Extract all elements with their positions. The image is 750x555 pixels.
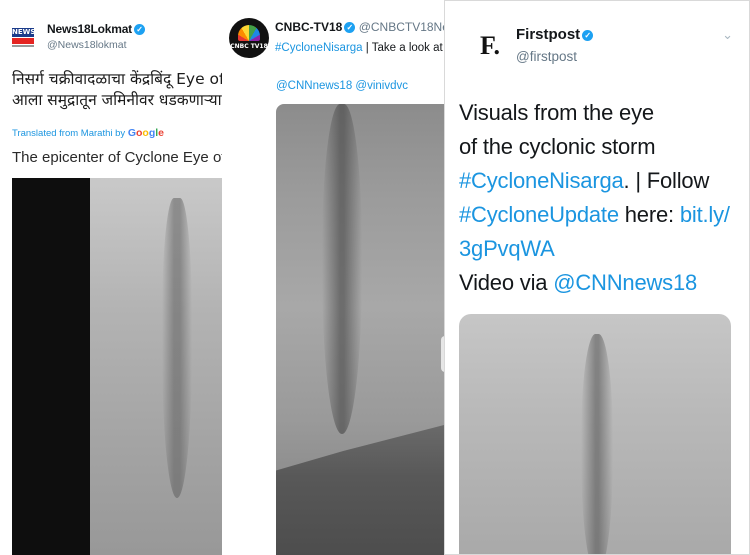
firstpost-avatar[interactable]: F. bbox=[470, 26, 510, 66]
translated-label-text: Translated from Marathi by bbox=[12, 128, 126, 139]
author-block: News18Lokmat ✓ @News18lokmat bbox=[47, 22, 145, 51]
author-block: Firstpost ✓ @firstpost bbox=[516, 26, 594, 64]
mention-links[interactable]: @CNNnews18 @vinivdvc bbox=[276, 80, 408, 92]
tweet-text-line: #CycloneUpdate here: bit.ly/ bbox=[459, 198, 745, 232]
avatar-logo-underline bbox=[12, 45, 34, 47]
tweet-text-translation: The epicenter of Cyclone Eye of Cy bbox=[12, 149, 222, 166]
author-name-row[interactable]: News18Lokmat ✓ bbox=[47, 22, 145, 36]
author-name: News18Lokmat bbox=[47, 22, 132, 36]
chevron-down-icon[interactable]: ⌄ bbox=[722, 27, 733, 43]
video-ground bbox=[276, 425, 444, 555]
tornado-funnel bbox=[322, 104, 362, 434]
tweet-video[interactable] bbox=[276, 104, 444, 555]
tweet-text: #CycloneNisarga | Take a look at t bbox=[275, 42, 444, 54]
tweet-text-rest: . | Follow bbox=[623, 168, 710, 193]
hashtag-link[interactable]: #CycloneUpdate bbox=[459, 202, 619, 227]
translated-by-label[interactable]: Translated from Marathi by Google bbox=[12, 127, 164, 139]
author-name: CNBC-TV18 bbox=[275, 20, 343, 34]
news18-lokmat-avatar[interactable]: NEWS18 bbox=[12, 22, 46, 50]
author-name: Firstpost bbox=[516, 26, 581, 43]
tweet-text-line: of the cyclonic storm bbox=[459, 134, 656, 159]
author-handle[interactable]: @News18lokmat bbox=[47, 39, 145, 51]
tweet-text-line: Video via @CNNnews18 bbox=[459, 266, 745, 300]
google-logo: Google bbox=[128, 127, 164, 139]
video-letterbox bbox=[12, 178, 90, 555]
tweet-text-line: Visuals from the eye bbox=[459, 100, 654, 125]
tweet-header: NEWS18 News18Lokmat ✓ @News18lokmat bbox=[12, 22, 145, 51]
tweet-text-rest: here: bbox=[618, 202, 680, 227]
tweet-text-line: निसर्ग चक्रीवादळाचा केंद्रबिंदू Eye of C bbox=[12, 70, 222, 88]
avatar-logo-stripe bbox=[12, 38, 34, 44]
peacock-logo-icon bbox=[238, 25, 260, 41]
author-name-row[interactable]: Firstpost ✓ bbox=[516, 26, 594, 43]
author-handle[interactable]: @firstpost bbox=[516, 49, 593, 64]
cnbc-tv18-avatar[interactable]: CNBC TV18 bbox=[229, 18, 269, 58]
video-frame bbox=[90, 178, 222, 555]
avatar-logo-text: CNBC TV18 bbox=[230, 43, 268, 50]
tornado-funnel bbox=[162, 198, 192, 498]
tweet-card-cnbctv18: CNBC TV18 CNBC-TV18✓ @CNBCTV18New #Cyclo… bbox=[229, 0, 444, 555]
verified-badge-icon: ✓ bbox=[344, 22, 356, 34]
tornado-funnel bbox=[581, 334, 613, 554]
hashtag-link[interactable]: #CycloneNisarga bbox=[459, 168, 624, 193]
tweet-video[interactable] bbox=[459, 314, 731, 554]
hashtag-link[interactable]: #CycloneNisarga bbox=[275, 42, 363, 54]
tweet-text: Visuals from the eye of the cyclonic sto… bbox=[459, 96, 745, 300]
url-link[interactable]: bit.ly/ bbox=[680, 202, 730, 227]
tweet-header: F. Firstpost ✓ @firstpost bbox=[470, 26, 749, 66]
tweet-card-firstpost: F. Firstpost ✓ @firstpost ⌄ Visuals from … bbox=[444, 0, 750, 555]
mention-link[interactable]: @CNNnews18 bbox=[553, 270, 697, 295]
tweet-text-line: आला समुद्रातून जमिनीवर धडकणाऱ्या व bbox=[12, 91, 222, 109]
google-letter: e bbox=[158, 127, 165, 139]
tweet-card-news18lokmat: NEWS18 News18Lokmat ✓ @News18lokmat निसर्… bbox=[0, 0, 222, 555]
verified-badge-icon: ✓ bbox=[582, 29, 594, 41]
author-handle: @CNBCTV18New bbox=[358, 20, 444, 34]
tweet-text-marathi: निसर्ग चक्रीवादळाचा केंद्रबिंदू Eye of C… bbox=[12, 69, 222, 111]
tweet-text-rest: | Take a look at t bbox=[362, 42, 444, 54]
url-link[interactable]: 3gPvqWA bbox=[459, 232, 745, 266]
tweet-text-rest: Video via bbox=[459, 270, 554, 295]
google-letter: G bbox=[127, 127, 136, 139]
tweet-text-line: #CycloneNisarga. | Follow bbox=[459, 164, 745, 198]
verified-badge-icon: ✓ bbox=[133, 24, 145, 36]
avatar-logo-text: NEWS18 bbox=[12, 28, 46, 37]
author-name-row[interactable]: CNBC-TV18✓ @CNBCTV18New bbox=[275, 20, 444, 34]
tweet-video[interactable] bbox=[12, 178, 222, 555]
